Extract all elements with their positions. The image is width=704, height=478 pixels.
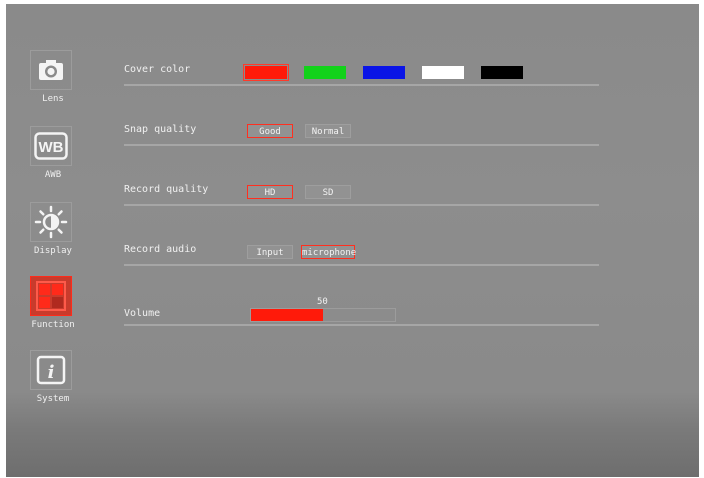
svg-text:WB: WB (39, 139, 64, 156)
cover-color-swatch-black[interactable] (481, 66, 523, 79)
camera-icon (30, 50, 72, 90)
cover-color-label: Cover color (124, 64, 191, 75)
row-divider (124, 324, 599, 326)
record-audio-row: Record audio Input microphone (124, 224, 599, 284)
row-divider (124, 84, 599, 86)
cover-color-swatch-green[interactable] (304, 66, 346, 79)
record-quality-label: Record quality (124, 184, 209, 195)
wb-icon: WB (30, 126, 72, 166)
function-grid-icon (30, 276, 72, 316)
snap-quality-normal-option[interactable]: Normal (305, 124, 351, 138)
sidebar-item-awb[interactable]: WB AWB (26, 124, 80, 194)
record-quality-sd-option[interactable]: SD (305, 185, 351, 199)
row-divider (124, 204, 599, 206)
osd-menu-screen: Lens WB AWB Display Function i System Co… (6, 4, 699, 477)
row-divider (124, 144, 599, 146)
volume-label: Volume (124, 308, 161, 319)
sidebar-item-label: AWB (44, 170, 62, 180)
snap-quality-good-option[interactable]: Good (247, 124, 293, 138)
sidebar-item-lens[interactable]: Lens (26, 48, 80, 118)
cover-color-swatch-red[interactable] (243, 64, 289, 81)
volume-value: 50 (317, 297, 328, 307)
record-audio-input-option[interactable]: Input (247, 245, 293, 259)
snap-quality-label: Snap quality (124, 124, 197, 135)
volume-slider-fill (251, 309, 323, 321)
row-divider (124, 264, 599, 266)
volume-slider[interactable] (250, 308, 396, 322)
sidebar-item-label: Display (34, 246, 72, 256)
cover-color-row: Cover color (124, 44, 599, 104)
record-quality-row: Record quality HD SD (124, 164, 599, 224)
cover-color-swatch-blue[interactable] (363, 66, 405, 79)
svg-text:i: i (48, 362, 55, 383)
sidebar-item-label: Lens (42, 94, 64, 104)
sidebar-item-display[interactable]: Display (26, 200, 80, 270)
info-icon: i (30, 350, 72, 390)
sidebar-item-label: System (36, 394, 70, 404)
sidebar-item-label: Function (31, 320, 75, 330)
sidebar-item-function[interactable]: Function (26, 274, 80, 344)
record-audio-microphone-option[interactable]: microphone (301, 245, 356, 259)
record-audio-label: Record audio (124, 244, 197, 255)
record-quality-hd-option[interactable]: HD (247, 185, 293, 199)
sidebar-item-system[interactable]: i System (26, 348, 80, 418)
snap-quality-row: Snap quality Good Normal (124, 104, 599, 164)
cover-color-swatch-white[interactable] (422, 66, 464, 79)
brightness-icon (30, 202, 72, 242)
